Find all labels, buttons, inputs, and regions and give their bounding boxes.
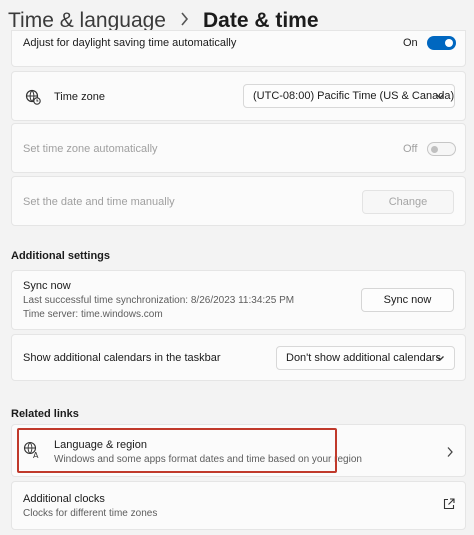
calendars-card: Show additional calendars in the taskbar… bbox=[11, 334, 466, 381]
daylight-saving-label: Adjust for daylight saving time automati… bbox=[23, 37, 237, 49]
time-zone-card: Time zone (UTC-08:00) Pacific Time (US &… bbox=[11, 71, 466, 121]
additional-clocks-label: Additional clocks bbox=[23, 493, 105, 505]
globe-clock-icon bbox=[25, 89, 41, 110]
chevron-right-icon bbox=[446, 445, 454, 463]
related-links-title: Related links bbox=[11, 408, 79, 420]
calendars-label: Show additional calendars in the taskbar bbox=[23, 352, 221, 364]
change-button[interactable]: Change bbox=[362, 190, 454, 214]
daylight-saving-card: Adjust for daylight saving time automati… bbox=[11, 30, 466, 67]
time-zone-dropdown[interactable]: (UTC-08:00) Pacific Time (US & Canada) bbox=[243, 84, 455, 108]
daylight-saving-state: On bbox=[403, 37, 418, 49]
external-link-icon bbox=[443, 497, 455, 515]
auto-time-zone-toggle[interactable] bbox=[427, 142, 456, 156]
chevron-down-icon bbox=[435, 352, 445, 364]
calendars-selected: Don't show additional calendars bbox=[286, 352, 441, 364]
time-zone-label: Time zone bbox=[54, 91, 105, 103]
auto-time-zone-label: Set time zone automatically bbox=[23, 143, 158, 155]
language-region-highlight bbox=[17, 428, 337, 473]
daylight-saving-toggle[interactable] bbox=[427, 36, 456, 50]
last-sync-text: Last successful time synchronization: 8/… bbox=[23, 295, 295, 306]
calendars-dropdown[interactable]: Don't show additional calendars bbox=[276, 346, 455, 370]
time-server-text: Time server: time.windows.com bbox=[23, 309, 163, 320]
sync-now-button[interactable]: Sync now bbox=[361, 288, 454, 312]
auto-time-zone-card: Set time zone automatically Off bbox=[11, 123, 466, 173]
manual-time-card: Set the date and time manually Change bbox=[11, 176, 466, 226]
sync-card: Sync now Last successful time synchroniz… bbox=[11, 270, 466, 330]
time-zone-selected: (UTC-08:00) Pacific Time (US & Canada) bbox=[253, 90, 455, 102]
chevron-right-icon bbox=[180, 11, 189, 31]
sync-label: Sync now bbox=[23, 280, 71, 292]
additional-clocks-card[interactable]: Additional clocks Clocks for different t… bbox=[11, 481, 466, 530]
auto-time-zone-state: Off bbox=[403, 143, 418, 155]
additional-settings-title: Additional settings bbox=[11, 250, 110, 262]
manual-time-label: Set the date and time manually bbox=[23, 196, 175, 208]
additional-clocks-description: Clocks for different time zones bbox=[23, 508, 158, 519]
chevron-down-icon bbox=[435, 90, 445, 102]
